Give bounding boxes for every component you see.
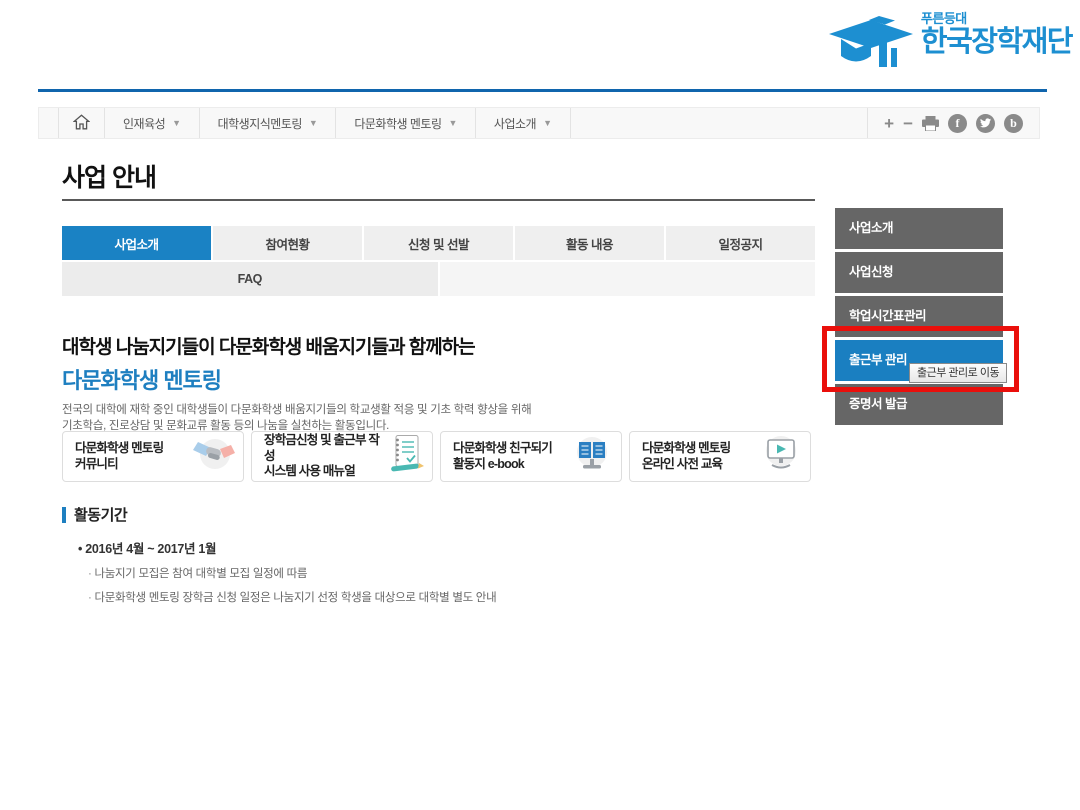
sidebar-item-program-intro[interactable]: 사업소개 bbox=[835, 208, 1003, 249]
nav-item-program-intro[interactable]: 사업소개 ▼ bbox=[476, 108, 571, 138]
activity-period-value: 2016년 4월 ~ 2017년 1월 bbox=[78, 538, 496, 557]
font-zoom-out-button[interactable]: − bbox=[903, 115, 913, 132]
tab-program-intro[interactable]: 사업소개 bbox=[62, 226, 211, 260]
activity-period-section: 활동기간 2016년 4월 ~ 2017년 1월 나눔지기 모집은 참여 대학별… bbox=[62, 504, 497, 605]
card-label: 장학금신청 및 출근부 작성 시스템 사용 매뉴얼 bbox=[264, 433, 380, 479]
intro-section: 대학생 나눔지기들이 다문화학생 배움지기들과 함께하는 다문화학생 멘토링 전… bbox=[62, 332, 532, 434]
card-online-education[interactable]: 다문화학생 멘토링 온라인 사전 교육 bbox=[629, 431, 811, 482]
logo-tagline: 푸른등대 bbox=[920, 11, 967, 26]
nav-item-multicultural-mentoring[interactable]: 다문화학생 멘토링 ▼ bbox=[336, 108, 476, 138]
font-zoom-in-button[interactable]: + bbox=[884, 115, 894, 132]
side-menu: 사업소개 사업신청 학업시간표관리 출근부 관리 증명서 발급 bbox=[835, 208, 1003, 428]
site-logo[interactable]: 푸른등대 한국장학재단 bbox=[828, 8, 1074, 75]
activity-period-note: 나눔지기 모집은 참여 대학별 모집 일정에 따름 bbox=[88, 565, 496, 581]
online-education-icon bbox=[760, 435, 802, 478]
handshake-icon bbox=[193, 436, 235, 477]
quick-link-cards: 다문화학생 멘토링 커뮤니티 장학금신청 및 출근부 작성 시스템 사용 매뉴얼 bbox=[62, 431, 811, 482]
attendance-tooltip: 출근부 관리로 이동 bbox=[909, 363, 1008, 383]
sidebar-item-program-apply[interactable]: 사업신청 bbox=[835, 252, 1003, 293]
tab-schedule-notice[interactable]: 일정공지 bbox=[666, 226, 815, 260]
main-navbar: 인재육성 ▼ 대학생지식멘토링 ▼ 다문화학생 멘토링 ▼ 사업소개 ▼ + − bbox=[38, 107, 1040, 139]
card-label: 다문화학생 멘토링 커뮤니티 bbox=[75, 440, 164, 471]
tab-row-2: FAQ bbox=[62, 262, 815, 296]
printer-icon bbox=[922, 115, 939, 131]
page-title: 사업 안내 bbox=[62, 164, 157, 192]
home-icon bbox=[72, 113, 91, 133]
title-divider bbox=[62, 199, 815, 201]
nav-item-label: 대학생지식멘토링 bbox=[217, 116, 303, 131]
activity-period-note: 다문화학생 멘토링 장학금 신청 일정은 나눔지기 선정 학생을 대상으로 대학… bbox=[88, 589, 496, 605]
activity-period-title: 활동기간 bbox=[62, 504, 496, 525]
tab-participation-status[interactable]: 참여현황 bbox=[213, 226, 362, 260]
print-button[interactable] bbox=[922, 115, 939, 131]
chevron-down-icon: ▼ bbox=[448, 118, 458, 128]
manual-notepad-icon bbox=[388, 434, 424, 479]
graduation-cap-icon bbox=[828, 12, 917, 75]
page: 푸른등대 한국장학재단 인재육성 ▼ 대학생지식멘토링 ▼ 다문화학생 멘토링 … bbox=[0, 0, 1080, 810]
nav-item-label: 다문화학생 멘토링 bbox=[354, 116, 442, 131]
tab-activity-content[interactable]: 활동 내용 bbox=[515, 226, 664, 260]
intro-heading: 대학생 나눔지기들이 다문화학생 배움지기들과 함께하는 bbox=[62, 337, 476, 358]
content-tabs: 사업소개 참여현황 신청 및 선발 활동 내용 일정공지 FAQ bbox=[62, 226, 815, 296]
intro-description: 전국의 대학에 재학 중인 대학생들이 다문화학생 배움지기들의 학교생활 적응… bbox=[62, 402, 532, 434]
card-system-manual[interactable]: 장학금신청 및 출근부 작성 시스템 사용 매뉴얼 bbox=[251, 431, 433, 482]
card-ebook[interactable]: 다문화학생 친구되기 활동지 e-book bbox=[440, 431, 622, 482]
blog-icon[interactable]: b bbox=[1004, 113, 1023, 133]
card-label: 다문화학생 친구되기 활동지 e-book bbox=[453, 440, 553, 471]
chevron-down-icon: ▼ bbox=[308, 118, 318, 128]
nav-spacer bbox=[39, 108, 59, 138]
nav-item-knowledge-mentoring[interactable]: 대학생지식멘토링 ▼ bbox=[200, 108, 337, 138]
nav-item-label: 사업소개 bbox=[493, 116, 537, 131]
tab-row-1: 사업소개 참여현황 신청 및 선발 활동 내용 일정공지 bbox=[62, 226, 815, 260]
logo-name: 한국장학재단 bbox=[920, 26, 1074, 58]
card-mentoring-community[interactable]: 다문화학생 멘토링 커뮤니티 bbox=[62, 431, 244, 482]
facebook-icon[interactable]: f bbox=[948, 113, 967, 133]
home-button[interactable] bbox=[59, 108, 105, 138]
twitter-icon[interactable] bbox=[976, 113, 995, 133]
chevron-down-icon: ▼ bbox=[172, 118, 181, 128]
ebook-monitor-icon bbox=[571, 435, 613, 478]
header-divider bbox=[38, 89, 1047, 92]
sidebar-item-timetable-management[interactable]: 학업시간표관리 bbox=[835, 296, 1003, 337]
tab-application-selection[interactable]: 신청 및 선발 bbox=[364, 226, 513, 260]
chevron-down-icon: ▼ bbox=[543, 118, 552, 128]
nav-tools: + − f b bbox=[867, 108, 1039, 138]
intro-subheading: 다문화학생 멘토링 bbox=[62, 368, 222, 393]
card-label: 다문화학생 멘토링 온라인 사전 교육 bbox=[642, 440, 731, 471]
nav-item-talent[interactable]: 인재육성 ▼ bbox=[105, 108, 200, 138]
section-accent-bar bbox=[62, 506, 66, 523]
intro-description-line1: 전국의 대학에 재학 중인 대학생들이 다문화학생 배움지기들의 학교생활 적응… bbox=[62, 404, 532, 416]
sidebar-item-certificate-issue[interactable]: 증명서 발급 bbox=[835, 384, 1003, 425]
tab-row-filler bbox=[439, 262, 815, 296]
nav-item-label: 인재육성 bbox=[123, 116, 166, 131]
logo-text: 푸른등대 한국장학재단 bbox=[920, 8, 1074, 58]
tab-faq[interactable]: FAQ bbox=[62, 262, 438, 296]
